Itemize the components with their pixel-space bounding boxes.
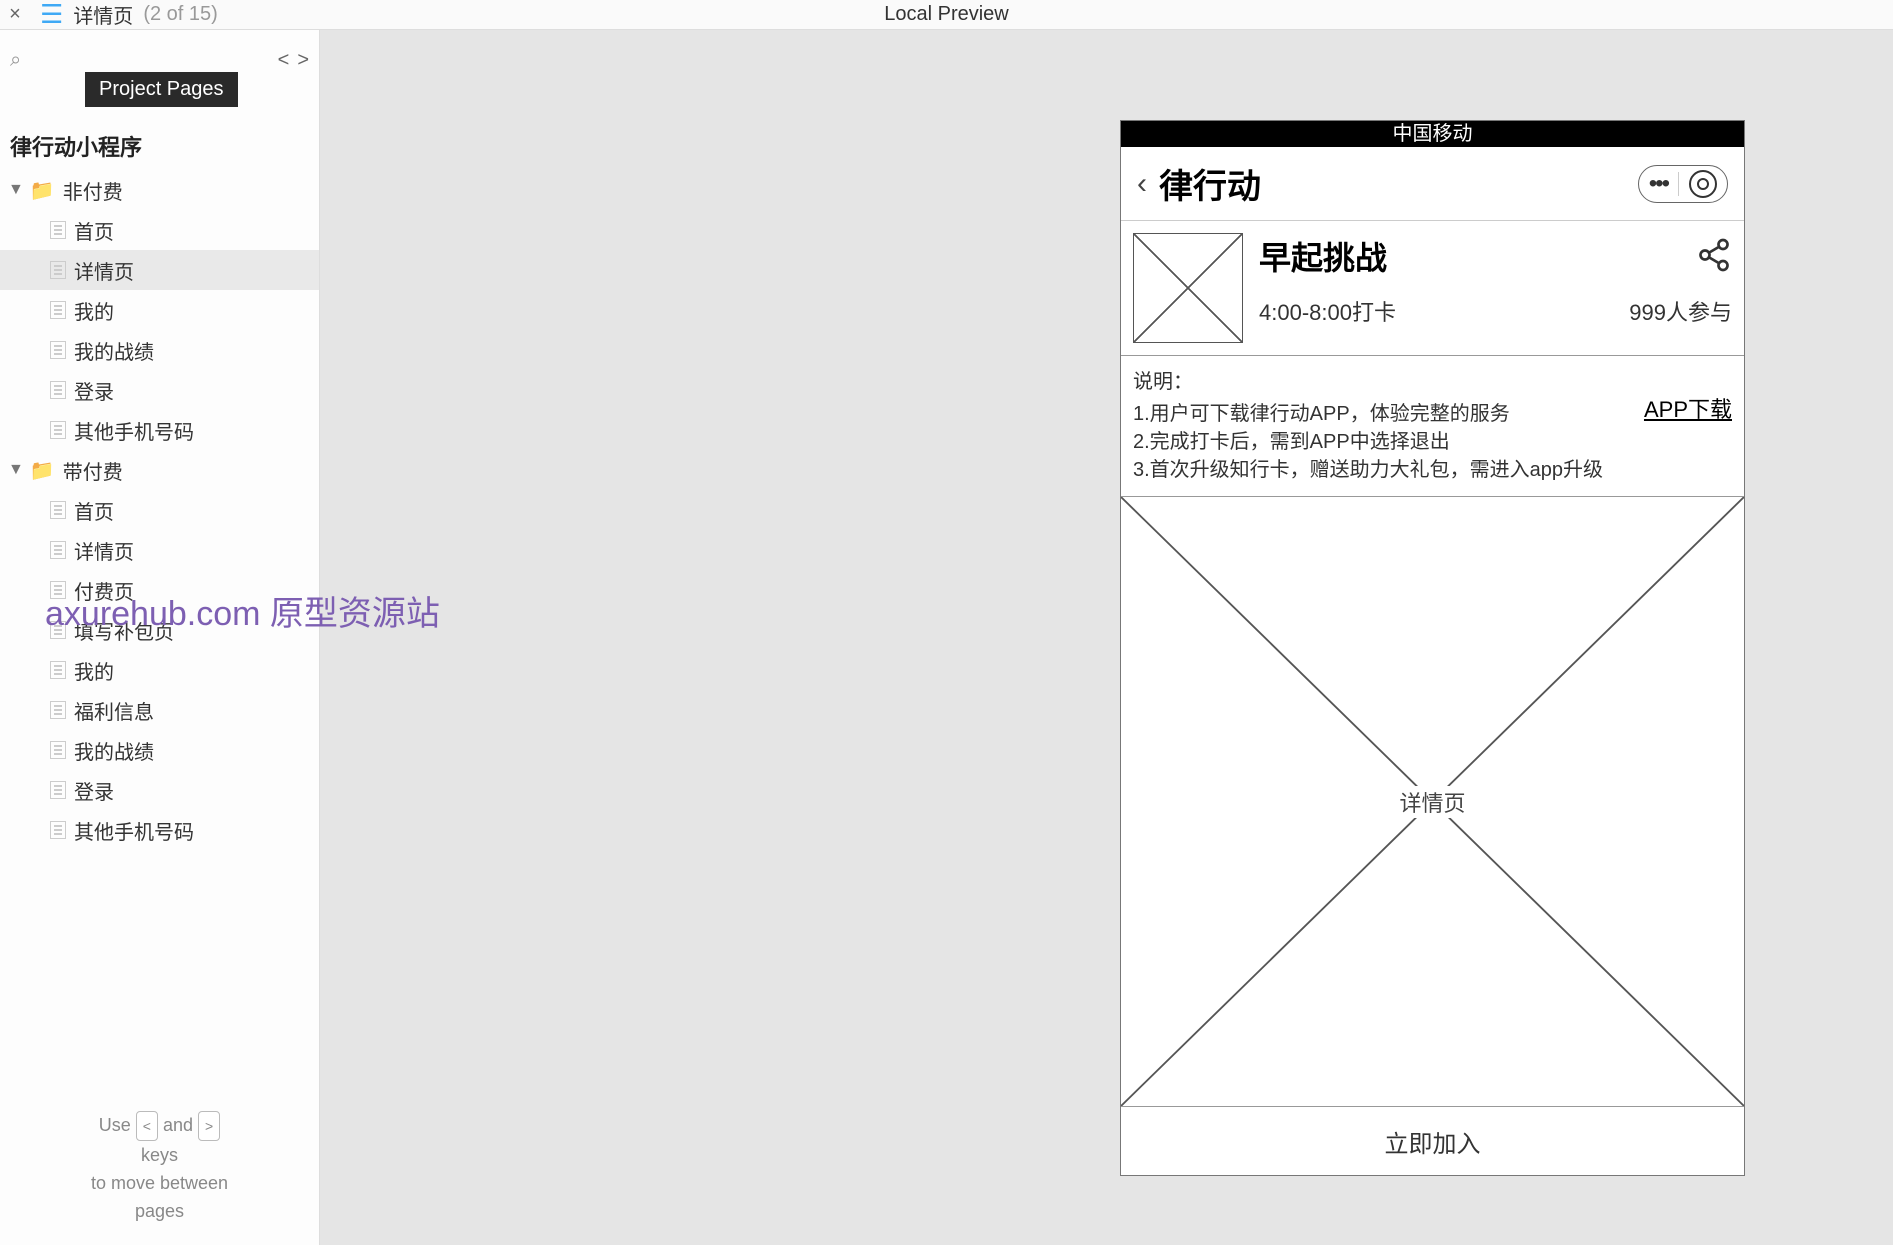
tree-item[interactable]: 我的 bbox=[0, 290, 319, 330]
folder-nonpaid[interactable]: ▼ 📁 非付费 bbox=[0, 170, 319, 210]
page-icon bbox=[50, 221, 66, 239]
close-miniprogram-icon[interactable] bbox=[1689, 170, 1717, 198]
project-name: 律行动小程序 bbox=[0, 120, 319, 170]
app-download-link[interactable]: APP下载 bbox=[1644, 396, 1732, 424]
join-button[interactable]: 立即加入 bbox=[1121, 1107, 1744, 1175]
image-placeholder bbox=[1133, 233, 1243, 343]
right-key-icon: > bbox=[198, 1111, 220, 1141]
tree-item[interactable]: 福利信息 bbox=[0, 690, 319, 730]
tree-item[interactable]: 其他手机号码 bbox=[0, 810, 319, 850]
app-bar: ‹ 律行动 ••• bbox=[1121, 147, 1744, 221]
topbar: × ☰ 详情页 (2 of 15) Local Preview bbox=[0, 0, 1893, 30]
page-icon bbox=[50, 541, 66, 559]
nav-arrows: < > bbox=[278, 49, 309, 72]
caret-icon: ▼ bbox=[8, 181, 24, 199]
miniprogram-controls: ••• bbox=[1638, 165, 1728, 203]
status-bar: 中国移动 bbox=[1121, 121, 1744, 147]
tree-item[interactable]: 首页 bbox=[0, 210, 319, 250]
page-icon bbox=[50, 741, 66, 759]
prev-page-button[interactable]: < bbox=[278, 49, 290, 72]
tree-item[interactable]: 其他手机号码 bbox=[0, 410, 319, 450]
page-icon bbox=[50, 621, 66, 639]
back-icon[interactable]: ‹ bbox=[1137, 167, 1147, 201]
page-icon bbox=[50, 701, 66, 719]
tree-item[interactable]: 我的战绩 bbox=[0, 330, 319, 370]
preview-title: Local Preview bbox=[884, 3, 1009, 26]
page-count: (2 of 15) bbox=[143, 3, 217, 26]
description-section: 说明： 1.用户可下载律行动APP，体验完整的服务 2.完成打卡后，需到APP中… bbox=[1121, 356, 1744, 497]
tree-item[interactable]: 我的战绩 bbox=[0, 730, 319, 770]
challenge-card: 早起挑战 4:00-8:00打卡 999人参与 bbox=[1121, 221, 1744, 356]
page-icon bbox=[50, 661, 66, 679]
folder-icon: 📁 bbox=[30, 458, 55, 483]
close-button[interactable]: × bbox=[0, 3, 30, 26]
detail-image-placeholder: 详情页 bbox=[1121, 497, 1744, 1107]
left-key-icon: < bbox=[136, 1111, 158, 1141]
preview-canvas: 中国移动 ‹ 律行动 ••• bbox=[320, 30, 1893, 1245]
page-icon bbox=[50, 381, 66, 399]
page-icon bbox=[50, 341, 66, 359]
folder-paid[interactable]: ▼ 📁 带付费 bbox=[0, 450, 319, 490]
menu-icon[interactable]: ☰ bbox=[40, 0, 63, 30]
participant-count: 999人参与 bbox=[1629, 295, 1732, 327]
tree-item[interactable]: 详情页 bbox=[0, 530, 319, 570]
page-icon bbox=[50, 821, 66, 839]
page-icon bbox=[50, 581, 66, 599]
page-icon bbox=[50, 261, 66, 279]
challenge-title: 早起挑战 bbox=[1259, 233, 1732, 279]
tree-item[interactable]: 我的 bbox=[0, 650, 319, 690]
folder-label: 非付费 bbox=[63, 176, 123, 205]
search-icon[interactable]: ⌕ bbox=[10, 49, 21, 72]
page-title: 详情页 bbox=[73, 0, 133, 29]
desc-line: 1.用户可下载律行动APP，体验完整的服务 bbox=[1133, 400, 1732, 428]
phone-frame: 中国移动 ‹ 律行动 ••• bbox=[1120, 120, 1745, 1176]
page-icon bbox=[50, 421, 66, 439]
placeholder-label: 详情页 bbox=[1391, 786, 1473, 818]
desc-label: 说明： bbox=[1133, 368, 1732, 396]
folder-label: 带付费 bbox=[63, 456, 123, 485]
page-icon bbox=[50, 781, 66, 799]
tree-item[interactable]: 填写补包页 bbox=[0, 610, 319, 650]
tree-item[interactable]: 首页 bbox=[0, 490, 319, 530]
sidebar: ⌕ < > Project Pages 律行动小程序 ▼ 📁 非付费 首页 详情… bbox=[0, 30, 320, 1245]
divider bbox=[1678, 172, 1679, 196]
page-tree: ▼ 📁 非付费 首页 详情页 我的 我的战绩 登录 其他手机号码 ▼ 📁 带付费… bbox=[0, 170, 319, 850]
folder-icon: 📁 bbox=[30, 178, 55, 203]
desc-line: 3.首次升级知行卡，赠送助力大礼包，需进入app升级 bbox=[1133, 456, 1732, 484]
desc-line: 2.完成打卡后，需到APP中选择退出 bbox=[1133, 428, 1732, 456]
navigation-hint: Use < and > keys to move between pages bbox=[0, 1111, 319, 1225]
next-page-button[interactable]: > bbox=[297, 49, 309, 72]
share-icon[interactable] bbox=[1696, 237, 1732, 281]
tree-item[interactable]: 详情页 bbox=[0, 250, 319, 290]
tree-item[interactable]: 登录 bbox=[0, 370, 319, 410]
challenge-time: 4:00-8:00打卡 bbox=[1259, 295, 1396, 327]
app-title: 律行动 bbox=[1159, 159, 1261, 208]
tree-item[interactable]: 登录 bbox=[0, 770, 319, 810]
tree-item[interactable]: 付费页 bbox=[0, 570, 319, 610]
page-icon bbox=[50, 501, 66, 519]
page-icon bbox=[50, 301, 66, 319]
project-pages-tooltip: Project Pages bbox=[85, 72, 238, 107]
more-icon[interactable]: ••• bbox=[1649, 170, 1668, 198]
caret-icon: ▼ bbox=[8, 461, 24, 479]
